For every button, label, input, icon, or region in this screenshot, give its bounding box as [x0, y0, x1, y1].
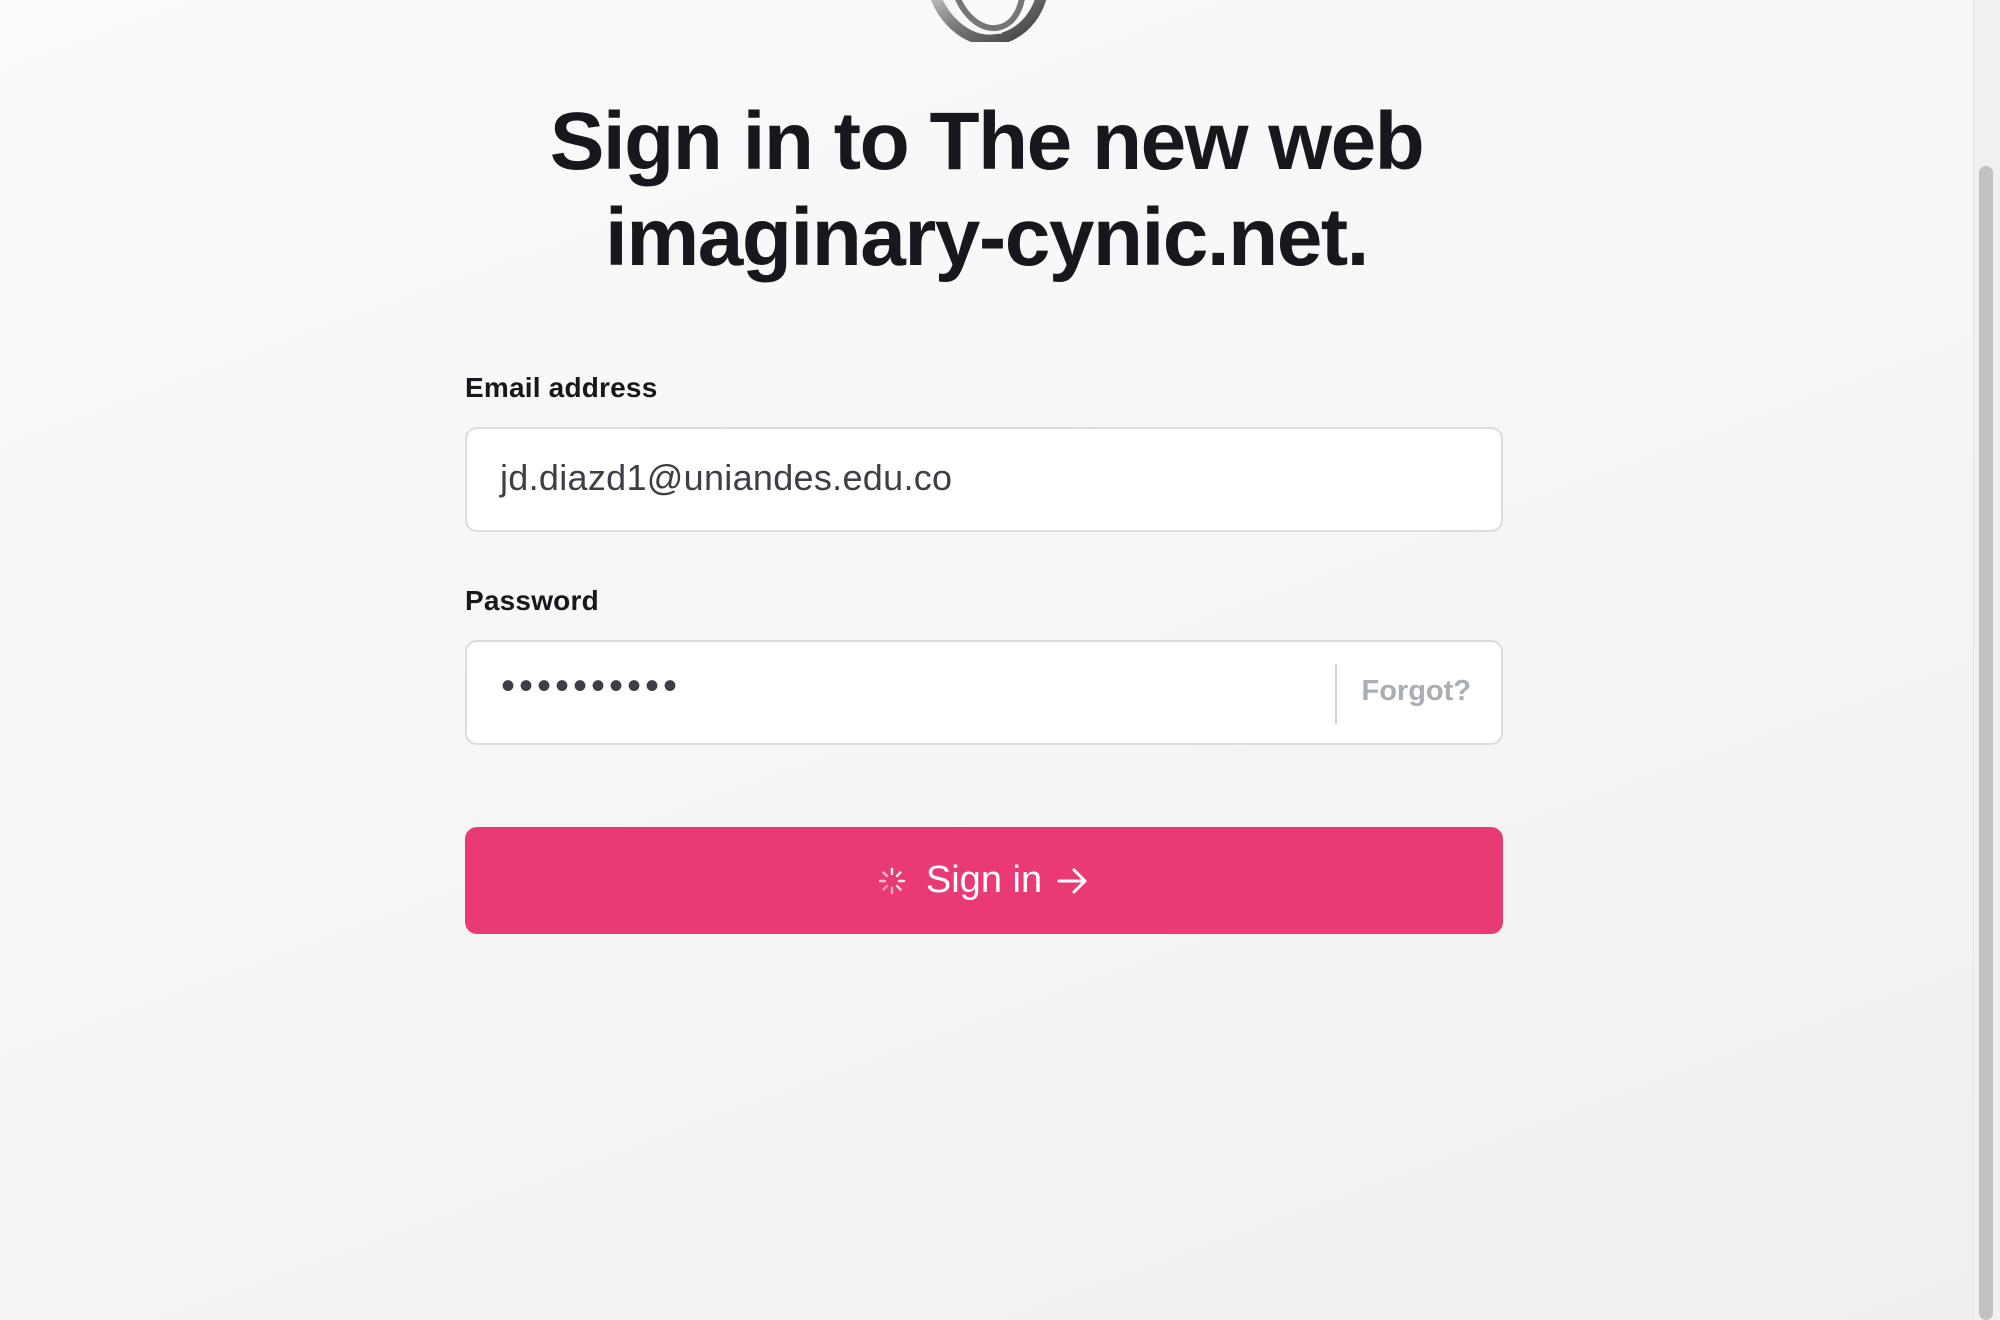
sign-in-label: Sign in — [925, 859, 1043, 901]
password-field-divider — [1335, 664, 1337, 724]
sign-in-button[interactable]: Sign in — [465, 827, 1503, 934]
arrow-right-icon — [1057, 868, 1087, 893]
scrollbar-thumb[interactable] — [1979, 166, 1993, 1320]
title-line-2: imaginary-cynic.net. — [605, 192, 1369, 283]
email-value: jd.diazd1@uniandes.edu.co — [500, 457, 953, 498]
password-field[interactable]: •••••••••• Forgot? — [465, 640, 1503, 745]
password-masked-value: •••••••••• — [501, 664, 682, 708]
spinner-icon — [878, 867, 906, 894]
email-label: Email address — [465, 372, 658, 403]
sign-in-button-content: Sign in — [465, 827, 1503, 934]
password-label: Password — [465, 585, 599, 616]
stone-ring-logo-icon — [930, 0, 1047, 42]
page-title: Sign in to The new web imaginary-cynic.n… — [0, 94, 1973, 286]
email-field[interactable]: jd.diazd1@uniandes.edu.co — [465, 427, 1503, 532]
sign-in-page: Sign in to The new web imaginary-cynic.n… — [0, 0, 1973, 1320]
title-line-1: Sign in to The new web — [549, 96, 1425, 187]
forgot-password-link[interactable]: Forgot? — [1361, 675, 1471, 708]
